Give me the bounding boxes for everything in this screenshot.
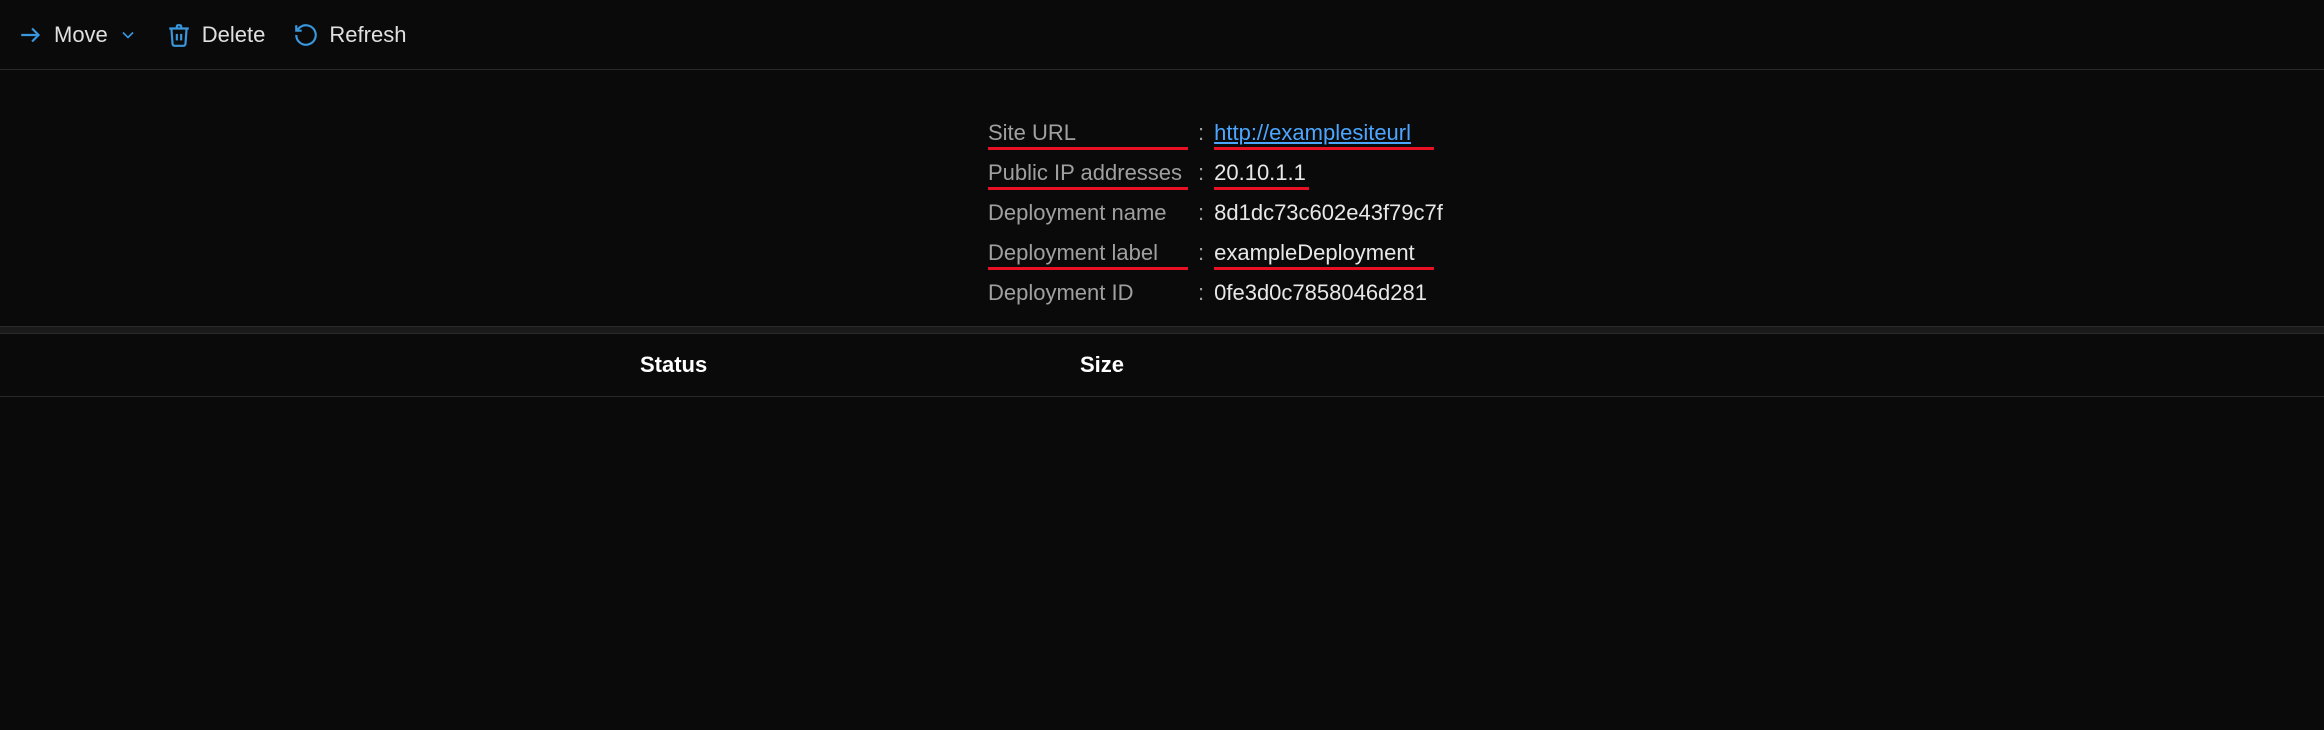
deployment-label-value: exampleDeployment [1214,240,1415,266]
deployment-name-row: Deployment name : 8d1dc73c602e43f79c7f [988,200,2324,226]
colon: : [1198,120,1204,146]
move-label: Move [54,22,108,48]
refresh-icon [293,22,319,48]
deployment-name-value: 8d1dc73c602e43f79c7f [1214,200,1443,226]
highlight-underline [988,147,1188,150]
chevron-down-icon [118,25,138,45]
delete-label: Delete [202,22,266,48]
deployment-id-row: Deployment ID : 0fe3d0c7858046d281 [988,280,2324,306]
table-header: Status Size [0,334,2324,397]
deployment-id-label: Deployment ID [988,280,1198,306]
site-url-value: http://examplesiteurl [1214,120,1411,146]
deployment-id-value: 0fe3d0c7858046d281 [1214,280,1427,306]
public-ip-label: Public IP addresses [988,160,1198,186]
status-column-header[interactable]: Status [640,352,1020,378]
arrow-right-icon [18,22,44,48]
deployment-label-label: Deployment label [988,240,1198,266]
public-ip-row: Public IP addresses : 20.10.1.1 [988,160,2324,186]
colon: : [1198,240,1204,266]
details-panel: Site URL : http://examplesiteurl Public … [0,70,2324,306]
size-column-header[interactable]: Size [1080,352,1124,378]
delete-button[interactable]: Delete [166,22,266,48]
deployment-name-label: Deployment name [988,200,1198,226]
site-url-label: Site URL [988,120,1198,146]
highlight-underline [1214,187,1309,190]
site-url-row: Site URL : http://examplesiteurl [988,120,2324,146]
refresh-button[interactable]: Refresh [293,22,406,48]
command-bar: Move Delete Refresh [0,0,2324,70]
section-divider [0,326,2324,334]
trash-icon [166,22,192,48]
colon: : [1198,200,1204,226]
colon: : [1198,280,1204,306]
site-url-link[interactable]: http://examplesiteurl [1214,120,1411,145]
move-button[interactable]: Move [18,22,138,48]
refresh-label: Refresh [329,22,406,48]
highlight-underline [1214,147,1434,150]
highlight-underline [988,267,1188,270]
deployment-label-row: Deployment label : exampleDeployment [988,240,2324,266]
highlight-underline [1214,267,1434,270]
public-ip-value: 20.10.1.1 [1214,160,1306,186]
highlight-underline [988,187,1188,190]
colon: : [1198,160,1204,186]
